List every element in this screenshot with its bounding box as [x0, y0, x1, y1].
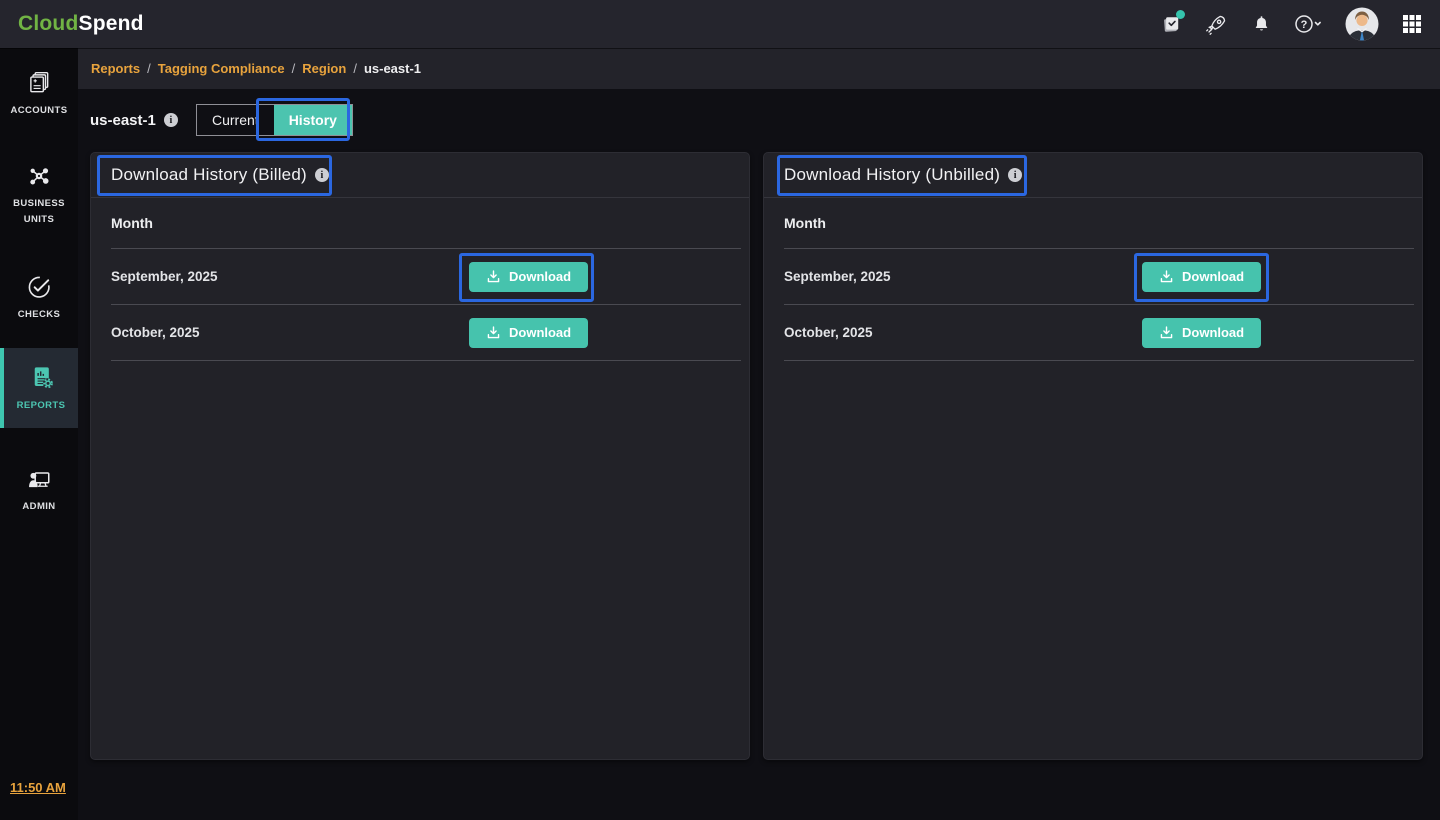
sidebar-item-accounts[interactable]: ACCOUNTS: [0, 64, 78, 125]
download-icon: [486, 325, 501, 340]
sidebar-item-reports[interactable]: REPORTS: [0, 348, 78, 428]
download-button-label: Download: [1182, 325, 1244, 340]
user-avatar[interactable]: [1345, 7, 1379, 41]
sidebar-item-label: BUSINESS UNITS: [8, 196, 70, 228]
action-cell: Download: [469, 262, 741, 292]
breadcrumb-separator: /: [346, 61, 364, 76]
breadcrumb-link-reports[interactable]: Reports: [91, 61, 140, 76]
download-button-label: Download: [1182, 269, 1244, 284]
checks-icon: [26, 274, 52, 300]
download-button-unbilled-october[interactable]: Download: [1142, 318, 1261, 348]
sidebar-item-label: ACCOUNTS: [10, 103, 67, 119]
accounts-icon: [26, 70, 52, 96]
info-icon[interactable]: i: [315, 168, 329, 182]
page-title: us-east-1: [90, 112, 156, 129]
table-row: October, 2025 Download: [784, 305, 1414, 361]
sidebar-item-label: ADMIN: [22, 499, 55, 515]
sidebar-item-label: CHECKS: [18, 307, 61, 323]
topbar-icon-group: ?: [1159, 7, 1440, 41]
action-cell: Download: [1142, 318, 1414, 348]
whats-new-rocket-icon[interactable]: [1204, 12, 1228, 36]
month-cell: September, 2025: [784, 269, 1142, 284]
view-toggle: Current History: [196, 104, 353, 136]
help-menu-icon[interactable]: ?: [1294, 12, 1324, 36]
feedback-notes-icon[interactable]: [1159, 12, 1183, 36]
table-header-row: Month: [784, 198, 1414, 249]
sidebar-item-label: REPORTS: [17, 398, 66, 414]
month-cell: October, 2025: [111, 325, 469, 340]
breadcrumb-link-tagging-compliance[interactable]: Tagging Compliance: [158, 61, 285, 76]
business-units-icon: [26, 163, 52, 189]
download-history-unbilled-panel: Download History (Unbilled) i Month Sept…: [763, 152, 1423, 760]
table-row: October, 2025 Download: [111, 305, 741, 361]
panel-title-billed: Download History (Billed): [111, 165, 307, 185]
month-cell: September, 2025: [111, 269, 469, 284]
feedback-badge-dot: [1176, 10, 1185, 19]
apps-grid-icon[interactable]: [1400, 12, 1424, 36]
panel-header: Download History (Billed) i: [91, 153, 749, 198]
sidebar-nav: ACCOUNTS BUSINESS UNITS CHECKS: [0, 48, 78, 820]
download-button-label: Download: [509, 269, 571, 284]
download-button-label: Download: [509, 325, 571, 340]
breadcrumb-separator: /: [285, 61, 303, 76]
sidebar-item-checks[interactable]: CHECKS: [0, 268, 78, 329]
notifications-bell-icon[interactable]: [1249, 12, 1273, 36]
download-icon: [486, 269, 501, 284]
timestamp-link[interactable]: 11:50 AM: [10, 780, 66, 795]
action-cell: Download: [469, 318, 741, 348]
svg-text:?: ?: [1301, 19, 1308, 31]
reports-icon: [28, 364, 55, 391]
top-bar: CloudSpend: [0, 0, 1440, 48]
month-column-header: Month: [111, 215, 741, 231]
panel-title-unbilled: Download History (Unbilled): [784, 165, 1000, 185]
panel-header: Download History (Unbilled) i: [764, 153, 1422, 198]
table-row: September, 2025 Download: [784, 249, 1414, 305]
logo-text-spend: Spend: [78, 12, 143, 35]
breadcrumb-current-us-east-1: us-east-1: [364, 61, 421, 76]
breadcrumb-separator: /: [140, 61, 158, 76]
breadcrumb: Reports / Tagging Compliance / Region / …: [78, 48, 1440, 89]
breadcrumb-link-region[interactable]: Region: [302, 61, 346, 76]
month-column-header: Month: [784, 215, 1414, 231]
month-cell: October, 2025: [784, 325, 1142, 340]
toggle-history-button[interactable]: History: [274, 105, 352, 135]
logo-text-cloud: Cloud: [18, 12, 78, 35]
download-icon: [1159, 269, 1174, 284]
download-history-billed-panel: Download History (Billed) i Month Septem…: [90, 152, 750, 760]
toggle-current-button[interactable]: Current: [197, 105, 274, 135]
sidebar-item-admin[interactable]: ADMIN: [0, 460, 78, 521]
info-icon[interactable]: i: [164, 113, 178, 127]
info-icon[interactable]: i: [1008, 168, 1022, 182]
page-title-row: us-east-1 i: [90, 104, 178, 136]
download-button-billed-september[interactable]: Download: [469, 262, 588, 292]
cloudspend-logo[interactable]: CloudSpend: [0, 12, 144, 36]
action-cell: Download: [1142, 262, 1414, 292]
sidebar-item-business-units[interactable]: BUSINESS UNITS: [0, 157, 78, 234]
download-button-billed-october[interactable]: Download: [469, 318, 588, 348]
admin-icon: [26, 466, 52, 492]
table-row: September, 2025 Download: [111, 249, 741, 305]
table-header-row: Month: [111, 198, 741, 249]
download-button-unbilled-september[interactable]: Download: [1142, 262, 1261, 292]
download-icon: [1159, 325, 1174, 340]
